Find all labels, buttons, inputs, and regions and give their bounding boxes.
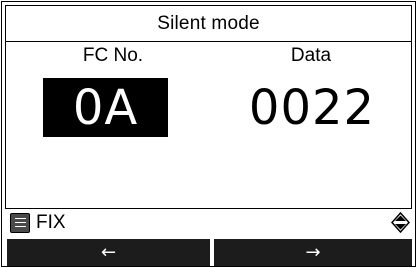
up-down-arrow-icon[interactable] (391, 212, 410, 233)
nav-left-button[interactable]: ← (7, 239, 210, 266)
arrow-left-icon: ← (100, 242, 117, 263)
title-bar: Silent mode (5, 5, 412, 42)
fc-number-value[interactable]: 0A (43, 78, 168, 137)
nav-right-button[interactable]: → (214, 239, 412, 266)
data-value-text: 0022 (248, 79, 376, 136)
fc-number-text: 0A (72, 79, 139, 136)
status-row: FIX (6, 210, 412, 235)
fc-number-label: FC No. (82, 45, 144, 66)
page-title: Silent mode (157, 12, 260, 34)
data-value[interactable]: 0022 (232, 78, 392, 137)
data-label: Data (290, 45, 332, 66)
arrow-right-icon: → (305, 242, 321, 263)
remote-controller-screen: Silent mode FC No. Data 0A 0022 FIX ← → (0, 0, 417, 268)
list-menu-icon[interactable] (10, 212, 30, 233)
mode-status-text: FIX (36, 211, 66, 233)
